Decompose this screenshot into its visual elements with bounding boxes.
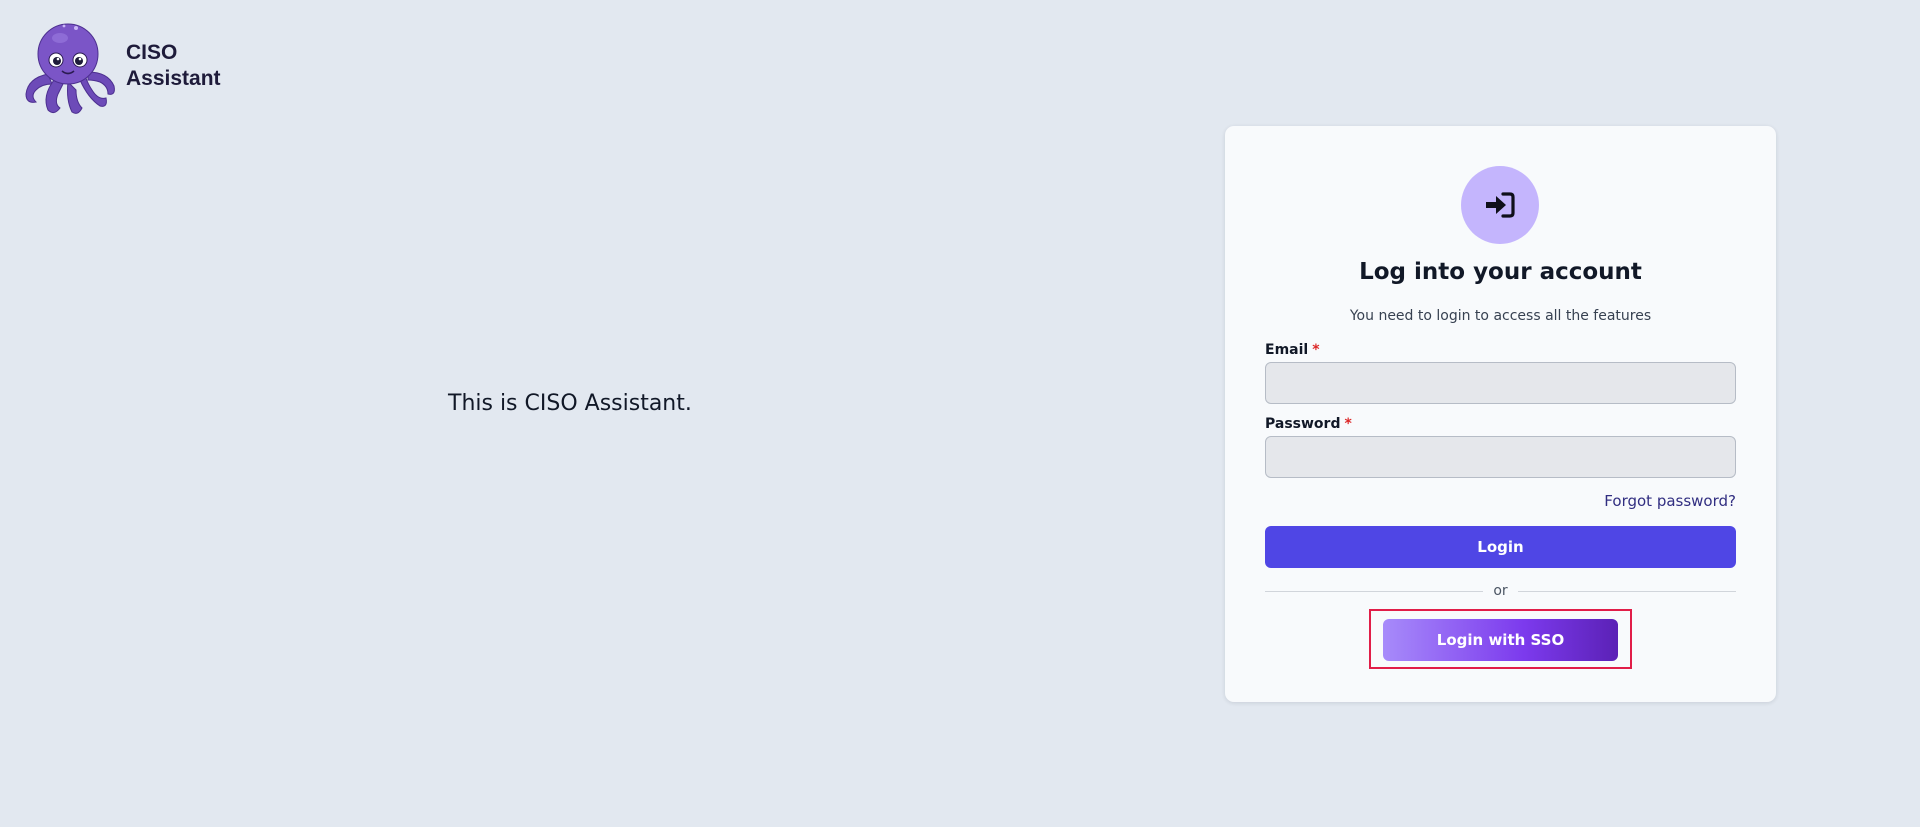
email-label: Email * — [1265, 342, 1320, 358]
sso-login-button[interactable]: Login with SSO — [1383, 619, 1618, 661]
brand-logo[interactable]: CISO Assistant — [18, 16, 221, 116]
divider-text: or — [1493, 583, 1508, 599]
email-required-mark: * — [1312, 342, 1320, 358]
divider-line-right — [1517, 590, 1737, 592]
or-divider: or — [1265, 583, 1737, 599]
divider-line-left — [1265, 590, 1484, 592]
login-icon-badge — [1461, 166, 1539, 244]
login-card: Log into your account You need to login … — [1225, 126, 1776, 702]
forgot-password-link[interactable]: Forgot password? — [1604, 492, 1736, 510]
brand-name-line1: CISO — [126, 41, 178, 64]
tagline: This is CISO Assistant. — [448, 391, 692, 416]
login-subtitle: You need to login to access all the feat… — [1349, 308, 1652, 324]
password-label-text: Password — [1265, 416, 1341, 432]
password-required-mark: * — [1344, 416, 1352, 432]
octopus-mascot-icon — [25, 23, 115, 114]
password-field[interactable] — [1265, 436, 1736, 478]
password-label: Password * — [1265, 416, 1352, 432]
email-field[interactable] — [1265, 362, 1736, 404]
sign-in-arrow-icon — [1486, 192, 1515, 218]
email-label-text: Email — [1265, 342, 1309, 358]
login-title: Log into your account — [1359, 259, 1642, 285]
login-button[interactable]: Login — [1265, 526, 1736, 568]
brand-name: CISO Assistant — [126, 40, 221, 92]
brand-name-line2: Assistant — [126, 67, 221, 90]
